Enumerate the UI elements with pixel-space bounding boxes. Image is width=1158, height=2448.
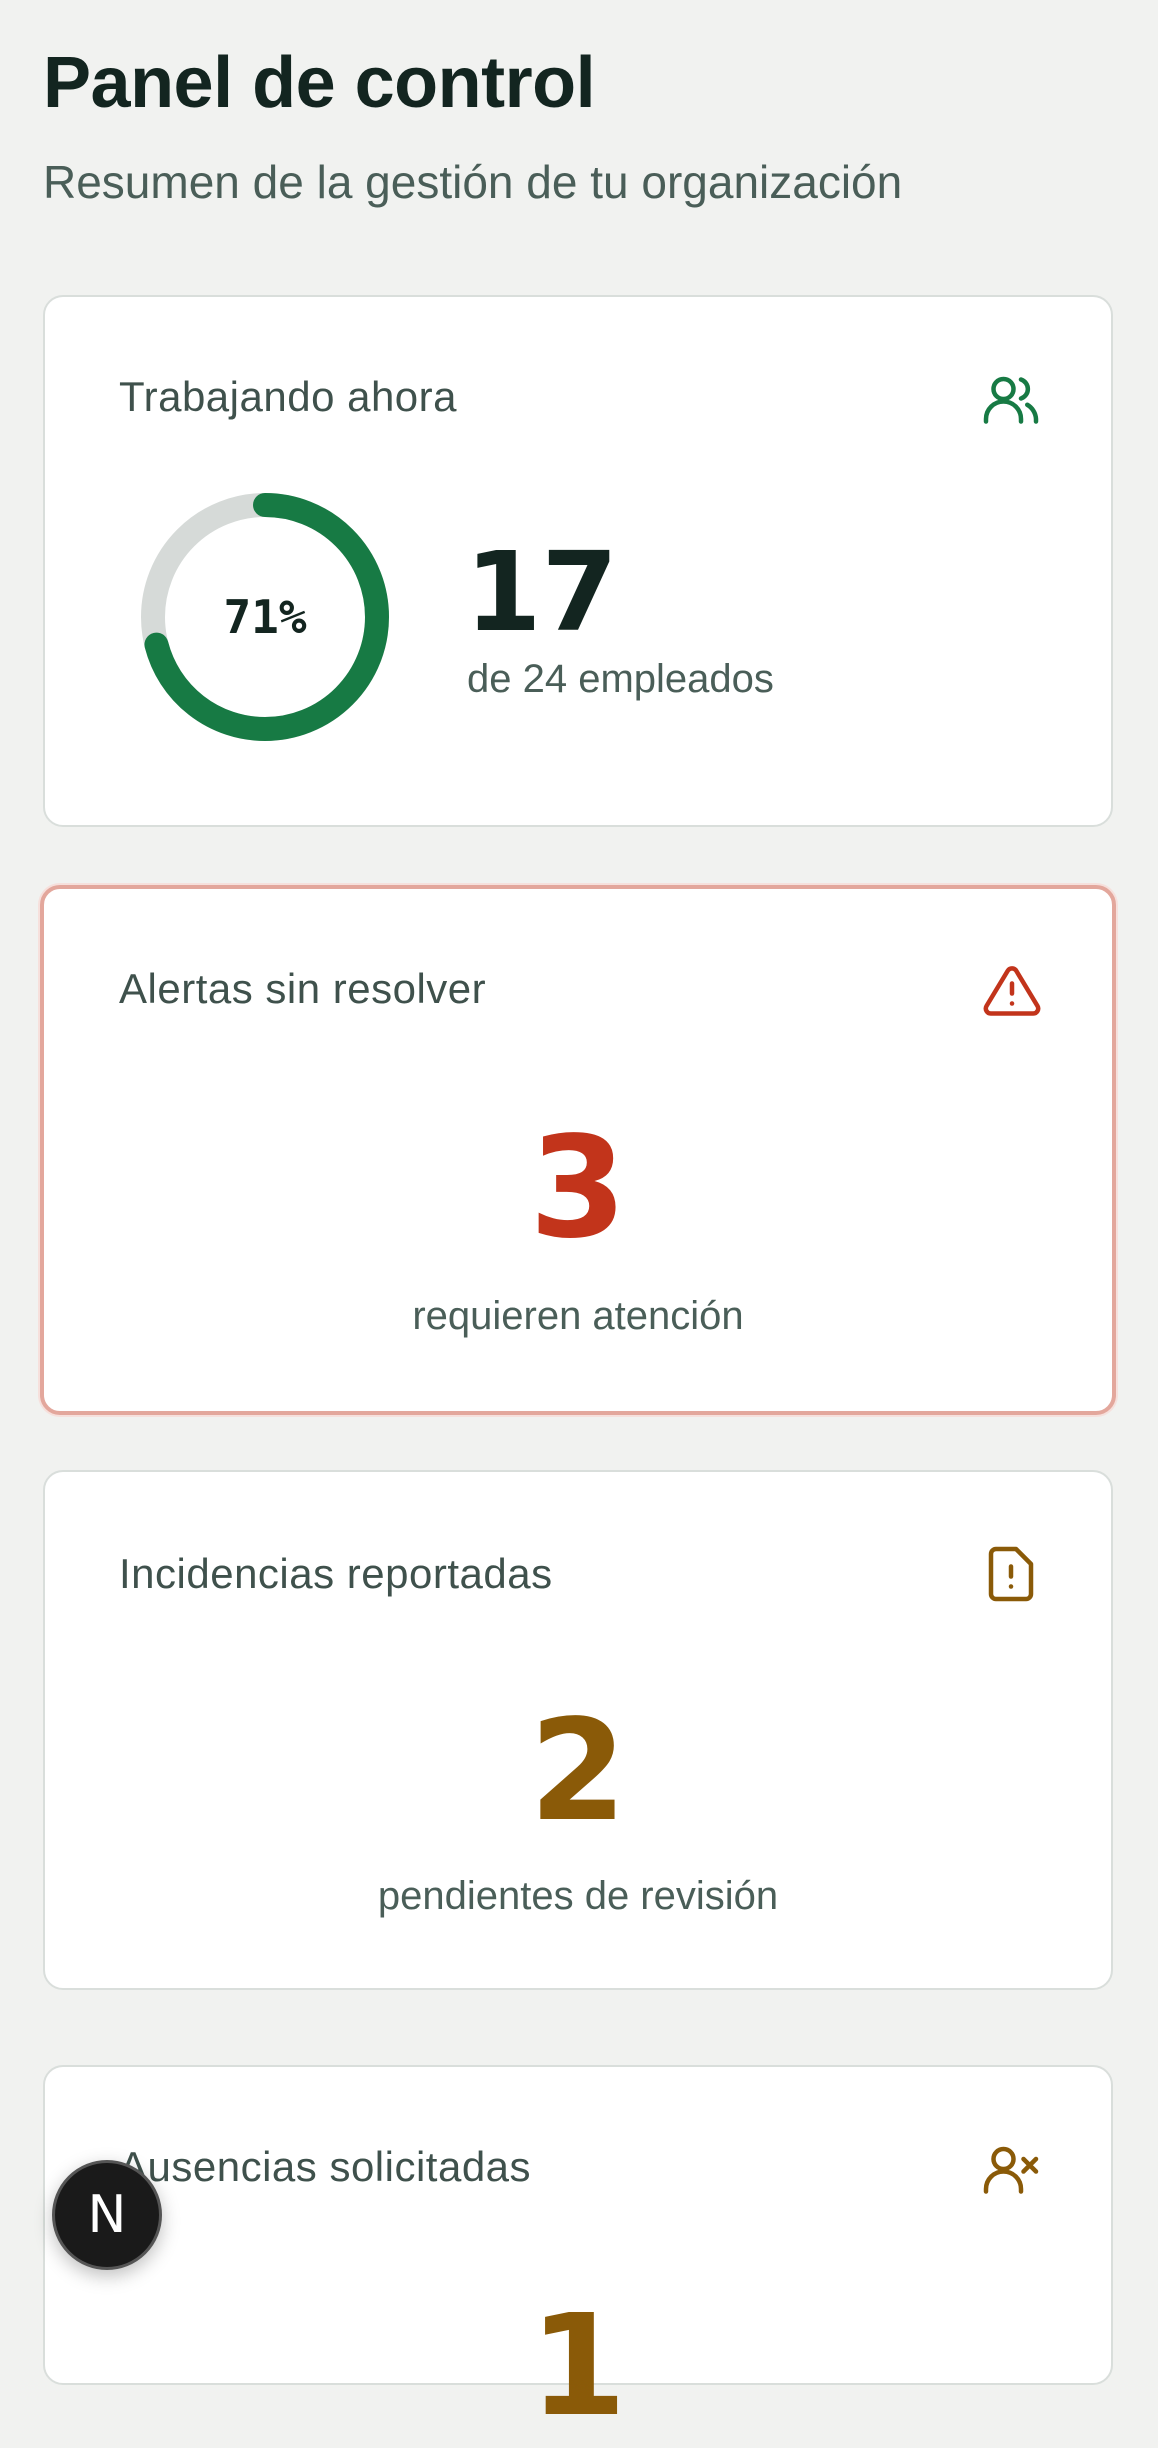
dev-tools-badge[interactable]: N [52,2160,162,2270]
file-alert-icon [988,1546,1034,1602]
incidents-label: Incidencias reportadas [119,1550,553,1597]
alerts-count: 3 [529,1107,627,1270]
absences-count: 1 [529,2285,627,2448]
page-subtitle: Resumen de la gestión de tu organización [43,156,903,208]
alerts-subtext: requieren atención [412,1294,744,1338]
user-x-icon [983,2146,1039,2194]
absences-card[interactable]: Ausencias solicitadas 1 [43,2065,1113,2437]
working-count: 17 [465,528,619,656]
incidents-count: 2 [529,1690,627,1853]
alerts-card[interactable]: Alertas sin resolver 3 requieren atenció… [40,885,1116,1415]
page-title: Panel de control [43,43,596,123]
working-subtext: de 24 empleados [467,657,774,701]
alerts-label: Alertas sin resolver [119,965,487,1012]
working-now-label: Trabajando ahora [119,373,458,420]
working-now-card[interactable]: Trabajando ahora 71% 17 de 24 empleados [43,295,1113,827]
occupancy-percent: 71% [223,590,307,644]
absences-label: Ausencias solicitadas [119,2143,532,2190]
incidents-subtext: pendientes de revisión [377,1874,779,1918]
incidents-card[interactable]: Incidencias reportadas 2 pendientes de r… [43,1470,1113,1990]
dev-tools-badge-letter: N [87,2185,127,2245]
warning-triangle-icon [983,966,1041,1016]
users-icon [983,376,1039,424]
